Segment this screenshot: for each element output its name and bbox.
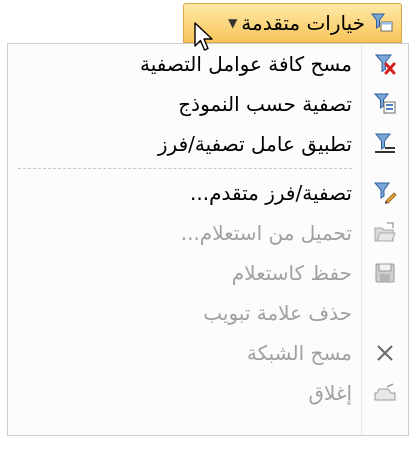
dropdown-label: خيارات متقدمة [241, 11, 365, 35]
load-from-query-icon [362, 213, 408, 253]
chevron-down-icon: ▼ [228, 16, 238, 30]
save-icon [362, 253, 408, 293]
menu-item-label: تطبيق عامل تصفية/فرز [157, 132, 352, 156]
apply-filter-icon [362, 124, 408, 164]
mouse-cursor-icon [194, 22, 213, 51]
menu-item-apply-filter-sort[interactable]: تطبيق عامل تصفية/فرز [8, 124, 408, 164]
advanced-options-menu: مسح كافة عوامل التصفية تصفية حسب النموذج… [7, 43, 409, 436]
advanced-filter-icon [362, 173, 408, 213]
menu-item-save-as-query[interactable]: حفظ كاستعلام [8, 253, 408, 293]
menu-item-label: مسح كافة عوامل التصفية [139, 52, 352, 76]
menu-item-label: تصفية/فرز متقدم... [190, 181, 352, 205]
menu-icon-placeholder [362, 293, 408, 333]
clear-filter-icon [362, 44, 408, 84]
menu-item-label: مسح الشبكة [246, 341, 352, 365]
filter-options-icon [371, 12, 393, 34]
menu-item-filter-by-form[interactable]: تصفية حسب النموذج [8, 84, 408, 124]
menu-item-delete-tab[interactable]: حذف علامة تبويب [8, 293, 408, 333]
menu-item-close[interactable]: إغلاق [8, 373, 408, 413]
menu-item-clear-grid[interactable]: مسح الشبكة [8, 333, 408, 373]
close-icon [362, 373, 408, 413]
menu-item-advanced-filter-sort[interactable]: تصفية/فرز متقدم... [8, 173, 408, 213]
menu-item-label: حفظ كاستعلام [231, 261, 352, 285]
menu-item-load-from-query[interactable]: تحميل من استعلام... [8, 213, 408, 253]
menu-separator [8, 164, 408, 173]
menu-item-label: إغلاق [308, 381, 352, 405]
filter-by-form-icon [362, 84, 408, 124]
menu-item-label: تصفية حسب النموذج [178, 92, 352, 116]
menu-item-label: تحميل من استعلام... [180, 221, 352, 245]
clear-grid-icon [362, 333, 408, 373]
menu-item-label: حذف علامة تبويب [203, 301, 352, 325]
